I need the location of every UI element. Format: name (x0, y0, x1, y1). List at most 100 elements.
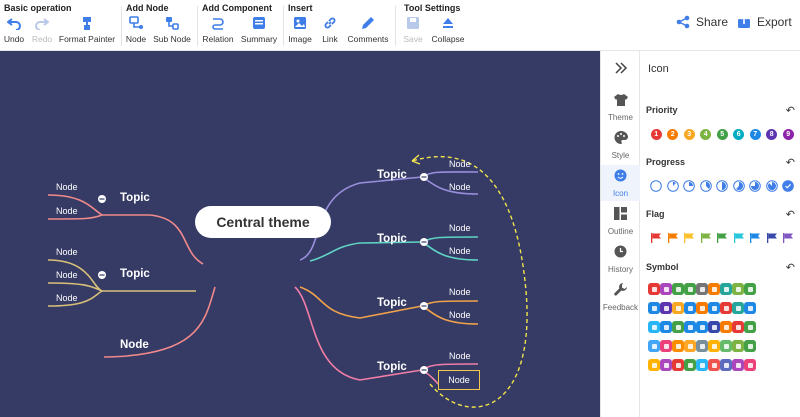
tab-icon[interactable]: Icon (601, 165, 640, 201)
collapse-button[interactable]: Collapse (430, 16, 466, 48)
format-painter-button[interactable]: Format Painter (58, 16, 116, 48)
symbol-icon[interactable] (696, 340, 708, 359)
symbol-icon[interactable] (732, 302, 744, 321)
add-node-button[interactable]: Node (124, 16, 148, 48)
priority-4-icon[interactable]: 4 (698, 126, 715, 143)
collapse-panel-button[interactable] (601, 55, 640, 85)
priority-reset-icon[interactable]: ↶ (786, 104, 795, 117)
symbol-icon[interactable] (708, 340, 720, 359)
node-label[interactable]: Node (449, 182, 471, 192)
symbol-icon[interactable] (720, 321, 732, 340)
symbol-icon[interactable] (672, 302, 684, 321)
flag-icon[interactable] (714, 230, 731, 247)
symbol-icon[interactable] (696, 302, 708, 321)
tab-feedback[interactable]: Feedback (601, 279, 640, 315)
save-button[interactable]: Save (400, 16, 426, 48)
flag-icon[interactable] (681, 230, 698, 247)
floating-node-label[interactable]: Node (120, 339, 149, 351)
node-label[interactable]: Node (449, 287, 471, 297)
flag-icon[interactable] (648, 230, 665, 247)
node-label[interactable]: Node (449, 246, 471, 256)
progress-icon[interactable] (681, 178, 698, 195)
progress-icon[interactable] (698, 178, 715, 195)
symbol-icon[interactable] (744, 321, 756, 340)
export-button[interactable]: Export (737, 15, 792, 29)
flag-reset-icon[interactable]: ↶ (786, 208, 795, 221)
undo-button[interactable]: Undo (2, 16, 26, 48)
symbol-icon[interactable] (732, 340, 744, 359)
symbol-icon[interactable] (660, 283, 672, 302)
node-label[interactable]: Node (449, 310, 471, 320)
symbol-icon[interactable] (696, 283, 708, 302)
priority-6-icon[interactable]: 6 (731, 126, 748, 143)
symbol-icon[interactable] (720, 359, 732, 378)
topic-label[interactable]: Topic (377, 233, 407, 245)
node-label[interactable]: Node (56, 270, 78, 280)
central-theme-node[interactable]: Central theme (195, 206, 331, 238)
node-label[interactable]: Node (449, 223, 471, 233)
symbol-icon[interactable] (660, 321, 672, 340)
symbol-icon[interactable] (708, 321, 720, 340)
flag-icon[interactable] (764, 230, 781, 247)
topic-label[interactable]: Topic (120, 268, 150, 280)
tab-outline[interactable]: Outline (601, 203, 640, 239)
symbol-icon[interactable] (720, 283, 732, 302)
symbol-icon[interactable] (660, 302, 672, 321)
symbol-icon[interactable] (672, 359, 684, 378)
tab-style[interactable]: Style (601, 127, 640, 163)
topic-label[interactable]: Topic (120, 192, 150, 204)
symbol-icon[interactable] (684, 321, 696, 340)
priority-5-icon[interactable]: 5 (714, 126, 731, 143)
progress-icon[interactable] (747, 178, 764, 195)
selected-node[interactable]: Node (438, 370, 480, 390)
node-label[interactable]: Node (56, 182, 78, 192)
node-label[interactable]: Node (56, 293, 78, 303)
insert-comments-button[interactable]: Comments (346, 16, 390, 48)
topic-label[interactable]: Topic (377, 169, 407, 181)
topic-label[interactable]: Topic (377, 297, 407, 309)
priority-1-icon[interactable]: 1 (648, 126, 665, 143)
symbol-icon[interactable] (708, 283, 720, 302)
symbol-icon[interactable] (708, 302, 720, 321)
symbol-icon[interactable] (660, 359, 672, 378)
symbol-icon[interactable] (696, 359, 708, 378)
redo-button[interactable]: Redo (30, 16, 54, 48)
priority-2-icon[interactable]: 2 (665, 126, 682, 143)
symbol-icon[interactable] (732, 359, 744, 378)
priority-8-icon[interactable]: 8 (764, 126, 781, 143)
symbol-icon[interactable] (744, 359, 756, 378)
symbol-icon[interactable] (648, 340, 660, 359)
progress-icon[interactable] (731, 178, 748, 195)
flag-icon[interactable] (665, 230, 682, 247)
flag-icon[interactable] (731, 230, 748, 247)
progress-icon[interactable] (764, 178, 781, 195)
symbol-icon[interactable] (720, 340, 732, 359)
flag-icon[interactable] (747, 230, 764, 247)
symbol-icon[interactable] (744, 340, 756, 359)
relation-button[interactable]: Relation (201, 16, 235, 48)
flag-icon[interactable] (698, 230, 715, 247)
symbol-icon[interactable] (708, 359, 720, 378)
symbol-icon[interactable] (648, 321, 660, 340)
symbol-icon[interactable] (648, 359, 660, 378)
symbol-icon[interactable] (684, 302, 696, 321)
insert-link-button[interactable]: Link (318, 16, 342, 48)
node-label[interactable]: Node (449, 351, 471, 361)
insert-image-button[interactable]: Image (286, 16, 314, 48)
node-label[interactable]: Node (449, 159, 471, 169)
priority-3-icon[interactable]: 3 (681, 126, 698, 143)
symbol-icon[interactable] (660, 340, 672, 359)
priority-7-icon[interactable]: 7 (747, 126, 764, 143)
add-sub-node-button[interactable]: Sub Node (152, 16, 192, 48)
symbol-icon[interactable] (744, 283, 756, 302)
tab-history[interactable]: History (601, 241, 640, 277)
progress-reset-icon[interactable]: ↶ (786, 156, 795, 169)
flag-icon[interactable] (780, 230, 797, 247)
progress-icon[interactable] (648, 178, 665, 195)
tab-theme[interactable]: Theme (601, 89, 640, 125)
topic-label[interactable]: Topic (377, 361, 407, 373)
node-label[interactable]: Node (56, 206, 78, 216)
symbol-icon[interactable] (720, 302, 732, 321)
symbol-icon[interactable] (732, 283, 744, 302)
symbol-icon[interactable] (672, 283, 684, 302)
